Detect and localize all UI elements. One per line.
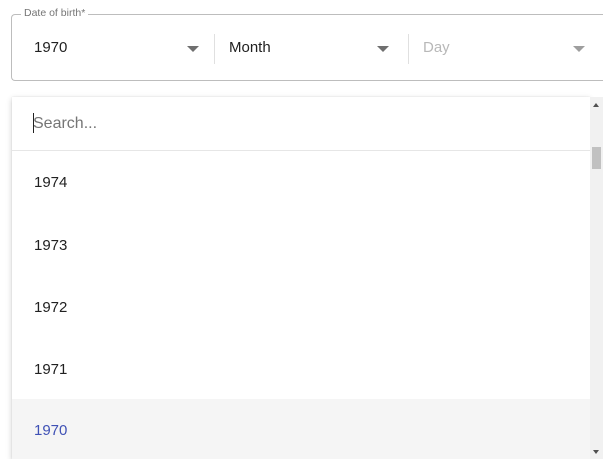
month-select-placeholder: Month — [229, 39, 271, 56]
scrollbar-thumb[interactable] — [592, 147, 601, 169]
date-of-birth-legend: Date of birth* — [21, 6, 89, 20]
scroll-down-arrow-icon[interactable] — [593, 450, 599, 454]
year-option-1974[interactable]: 1974 — [12, 151, 590, 214]
day-caret-down-icon[interactable] — [573, 46, 585, 52]
year-option-label: 1974 — [34, 174, 68, 191]
year-option-label: 1971 — [34, 361, 68, 378]
dropdown-search-input[interactable] — [33, 112, 433, 136]
dropdown-scrollbar[interactable] — [590, 97, 603, 459]
page: Date of birth* 1970 Month Day 1974 1973 … — [0, 0, 603, 459]
year-option-1972[interactable]: 1972 — [12, 276, 590, 339]
year-month-divider — [214, 34, 215, 64]
year-option-1970-selected[interactable]: 1970 — [12, 399, 590, 459]
day-select[interactable]: Day — [423, 34, 593, 62]
year-option-1973[interactable]: 1973 — [12, 214, 590, 277]
year-option-label: 1970 — [34, 422, 68, 439]
dropdown-search-row — [12, 97, 590, 151]
year-caret-down-icon[interactable] — [187, 46, 199, 52]
year-option-label: 1973 — [34, 237, 68, 254]
year-select[interactable]: 1970 — [34, 34, 212, 62]
year-select-value: 1970 — [34, 39, 68, 56]
text-cursor — [33, 113, 34, 133]
year-option-1971[interactable]: 1971 — [12, 338, 590, 401]
month-caret-down-icon[interactable] — [377, 46, 389, 52]
day-select-placeholder: Day — [423, 39, 450, 56]
month-day-divider — [408, 34, 409, 64]
scroll-up-arrow-icon[interactable] — [593, 103, 599, 107]
year-dropdown-list: 1974 1973 1972 1971 1970 — [12, 97, 590, 459]
year-option-label: 1972 — [34, 299, 68, 316]
